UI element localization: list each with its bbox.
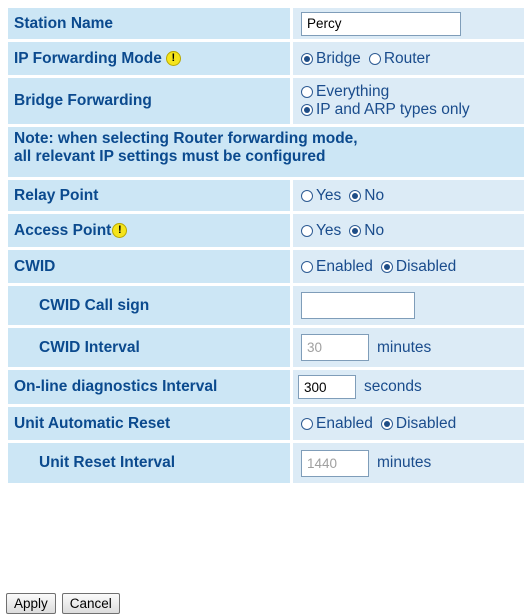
radio-cwid-disabled-label: Disabled — [395, 257, 457, 275]
row-relay-point: Relay Point Yes No — [8, 180, 524, 211]
exclamation-icon: ! — [112, 223, 128, 238]
cwid-interval-unit: minutes — [377, 338, 432, 356]
row-ip-forwarding-mode: IP Forwarding Mode ! Bridge Router — [8, 42, 524, 75]
radio-relay-no-circle[interactable] — [349, 189, 362, 202]
radio-access-no-label: No — [364, 221, 385, 239]
radio-reset-disabled-label: Disabled — [395, 414, 457, 432]
radio-ip-arp-circle[interactable] — [301, 104, 313, 116]
ip-forwarding-mode-label: IP Forwarding Mode ! — [8, 42, 290, 75]
radio-everything[interactable]: Everything — [301, 83, 470, 101]
radio-router-label: Router — [383, 49, 431, 67]
station-name-cell — [293, 8, 524, 39]
radio-cwid-disabled-circle[interactable] — [380, 260, 393, 273]
radio-reset-disabled-circle[interactable] — [380, 417, 393, 430]
radio-cwid-enabled[interactable]: Enabled — [301, 258, 373, 276]
cwid-label: CWID — [8, 250, 290, 283]
ip-forwarding-mode-text: IP Forwarding Mode — [14, 49, 162, 67]
radio-bridge-circle[interactable] — [301, 52, 313, 65]
cwid-interval-label: CWID Interval — [8, 328, 290, 367]
cwid-call-sign-input[interactable] — [301, 292, 415, 319]
relay-point-cell: Yes No — [293, 180, 524, 211]
settings-form: Station Name IP Forwarding Mode ! Bridge… — [8, 8, 524, 486]
online-diag-cell: seconds — [293, 370, 524, 404]
radio-router[interactable]: Router — [368, 49, 431, 68]
unit-reset-interval-label: Unit Reset Interval — [8, 443, 290, 483]
access-point-cell: Yes No — [293, 214, 524, 247]
radio-relay-yes-circle[interactable] — [301, 189, 313, 202]
radio-bridge[interactable]: Bridge — [301, 50, 361, 68]
radio-access-yes-circle[interactable] — [301, 224, 313, 237]
unit-auto-reset-label: Unit Automatic Reset — [8, 407, 290, 440]
radio-reset-enabled[interactable]: Enabled — [301, 415, 373, 433]
bridge-forwarding-cell: Everything IP and ARP types only — [293, 78, 524, 124]
cancel-button[interactable]: Cancel — [61, 593, 120, 614]
online-diag-unit: seconds — [364, 378, 422, 395]
radio-reset-enabled-label: Enabled — [316, 414, 373, 432]
radio-relay-no[interactable]: No — [349, 187, 384, 205]
online-diag-label: On-line diagnostics Interval — [8, 370, 290, 404]
cwid-interval-cell: minutes — [293, 328, 524, 367]
unit-reset-interval-input[interactable] — [301, 449, 369, 477]
row-unit-reset-interval: Unit Reset Interval minutes — [8, 443, 524, 483]
row-online-diagnostics: On-line diagnostics Interval seconds — [8, 370, 524, 404]
radio-cwid-disabled[interactable]: Disabled — [380, 257, 457, 276]
apply-button[interactable]: Apply — [6, 593, 56, 614]
row-unit-auto-reset: Unit Automatic Reset Enabled Disabled — [8, 407, 524, 440]
access-point-text: Access Point — [14, 221, 112, 239]
row-note: Note: when selecting Router forwarding m… — [8, 127, 524, 177]
radio-access-no[interactable]: No — [349, 222, 384, 240]
row-cwid-call-sign: CWID Call sign — [8, 286, 524, 325]
row-cwid: CWID Enabled Disabled — [8, 250, 524, 283]
ip-forwarding-mode-cell: Bridge Router — [293, 42, 524, 75]
unit-reset-interval-cell: minutes — [293, 443, 524, 483]
access-point-label: Access Point ! — [8, 214, 290, 247]
radio-access-yes-label: Yes — [316, 221, 342, 239]
radio-ip-arp-label: IP and ARP types only — [316, 101, 470, 118]
radio-reset-disabled[interactable]: Disabled — [380, 414, 457, 433]
button-bar: Apply Cancel — [6, 593, 120, 614]
radio-access-no-circle[interactable] — [349, 224, 362, 237]
note-line-1: Note: when selecting Router forwarding m… — [14, 130, 358, 147]
relay-point-label: Relay Point — [8, 180, 290, 211]
row-cwid-interval: CWID Interval minutes — [8, 328, 524, 367]
radio-router-circle[interactable] — [368, 52, 381, 65]
radio-everything-label: Everything — [316, 83, 390, 100]
station-name-label: Station Name — [8, 8, 290, 39]
radio-relay-yes-label: Yes — [316, 186, 342, 204]
router-note: Note: when selecting Router forwarding m… — [8, 127, 524, 177]
unit-auto-reset-cell: Enabled Disabled — [293, 407, 524, 440]
row-station-name: Station Name — [8, 8, 524, 39]
station-name-input[interactable] — [301, 11, 461, 36]
radio-relay-yes[interactable]: Yes — [301, 187, 341, 205]
radio-cwid-enabled-label: Enabled — [316, 257, 373, 275]
cwid-cell: Enabled Disabled — [293, 250, 524, 283]
radio-reset-enabled-circle[interactable] — [301, 417, 313, 430]
cwid-call-sign-cell — [293, 286, 524, 325]
radio-cwid-enabled-circle[interactable] — [301, 260, 313, 273]
unit-reset-interval-unit: minutes — [377, 454, 432, 471]
bridge-forwarding-label: Bridge Forwarding — [8, 78, 290, 124]
radio-ip-arp[interactable]: IP and ARP types only — [301, 101, 470, 119]
online-diag-input[interactable] — [298, 375, 356, 399]
radio-bridge-label: Bridge — [316, 49, 361, 67]
radio-access-yes[interactable]: Yes — [301, 222, 341, 240]
radio-everything-circle[interactable] — [301, 86, 313, 98]
exclamation-icon: ! — [165, 51, 181, 66]
radio-relay-no-label: No — [364, 186, 385, 204]
row-bridge-forwarding: Bridge Forwarding Everything IP and ARP … — [8, 78, 524, 124]
row-access-point: Access Point ! Yes No — [8, 214, 524, 247]
cwid-call-sign-label: CWID Call sign — [8, 286, 290, 325]
cwid-interval-input[interactable] — [301, 334, 369, 361]
note-line-2: all relevant IP settings must be configu… — [14, 148, 326, 165]
